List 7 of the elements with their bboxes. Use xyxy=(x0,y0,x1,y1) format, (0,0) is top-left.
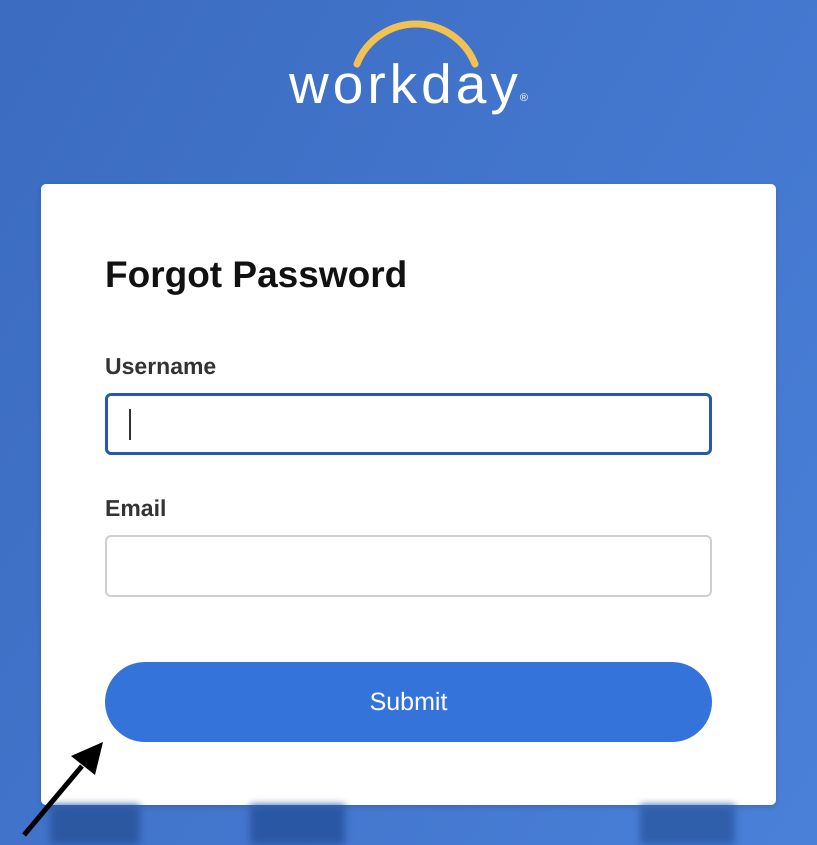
form-title: Forgot Password xyxy=(105,255,408,295)
submit-button[interactable]: Submit xyxy=(105,662,712,742)
field-label: Email xyxy=(105,494,166,522)
text-cursor xyxy=(129,409,131,440)
text-field[interactable] xyxy=(105,393,712,455)
registered-mark: ® xyxy=(520,92,528,104)
field-label: Username xyxy=(105,352,216,380)
